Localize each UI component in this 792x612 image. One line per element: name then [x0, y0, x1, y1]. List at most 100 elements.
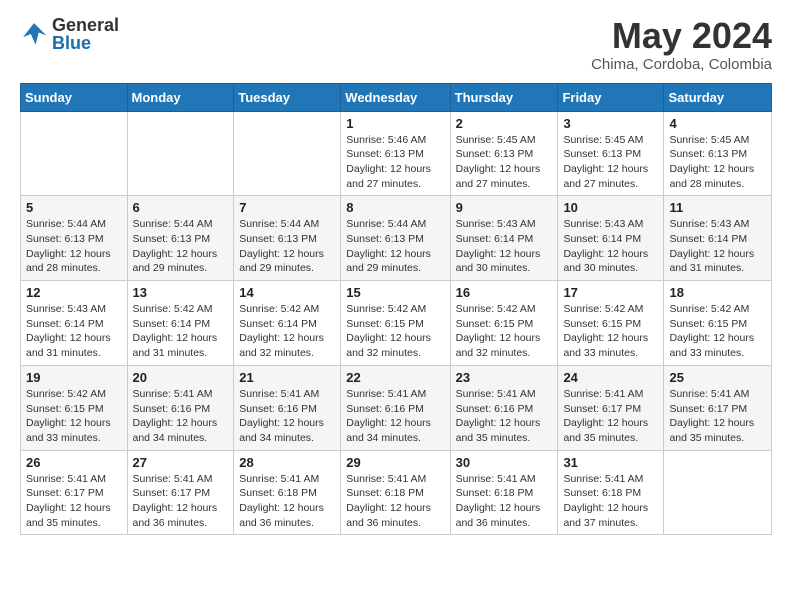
- day-number: 7: [239, 200, 335, 215]
- calendar-cell: 3 Sunrise: 5:45 AM Sunset: 6:13 PM Daylig…: [558, 111, 664, 196]
- calendar-cell: 14Sunrise: 5:42 AM Sunset: 6:14 PM Dayli…: [234, 281, 341, 366]
- day-info: Sunrise: 5:45 AM Sunset: 6:13 PM Dayligh…: [456, 133, 553, 192]
- day-number: 16: [456, 285, 553, 300]
- calendar-cell: 23Sunrise: 5:41 AM Sunset: 6:16 PM Dayli…: [450, 365, 558, 450]
- day-number: 12: [26, 285, 122, 300]
- calendar-cell: 1 Sunrise: 5:46 AM Sunset: 6:13 PM Daylig…: [341, 111, 450, 196]
- day-info: Sunrise: 5:44 AM Sunset: 6:13 PM Dayligh…: [346, 217, 444, 276]
- day-info: Sunrise: 5:42 AM Sunset: 6:15 PM Dayligh…: [669, 302, 766, 361]
- day-number: 3: [563, 116, 658, 131]
- header: General Blue May 2024 Chima, Cordoba, Co…: [20, 16, 772, 73]
- calendar-cell: 24Sunrise: 5:41 AM Sunset: 6:17 PM Dayli…: [558, 365, 664, 450]
- calendar-week-1: 1 Sunrise: 5:46 AM Sunset: 6:13 PM Daylig…: [21, 111, 772, 196]
- day-info: Sunrise: 5:43 AM Sunset: 6:14 PM Dayligh…: [456, 217, 553, 276]
- calendar-cell: 5Sunrise: 5:44 AM Sunset: 6:13 PM Daylig…: [21, 196, 128, 281]
- day-info: Sunrise: 5:42 AM Sunset: 6:15 PM Dayligh…: [26, 387, 122, 446]
- day-info: Sunrise: 5:42 AM Sunset: 6:14 PM Dayligh…: [133, 302, 229, 361]
- column-header-tuesday: Tuesday: [234, 83, 341, 111]
- day-number: 13: [133, 285, 229, 300]
- column-header-monday: Monday: [127, 83, 234, 111]
- calendar-cell: 17 Sunrise: 5:42 AM Sunset: 6:15 PM Dayli…: [558, 281, 664, 366]
- day-info: Sunrise: 5:41 AM Sunset: 6:18 PM Dayligh…: [563, 472, 658, 531]
- day-number: 26: [26, 455, 122, 470]
- calendar-cell: 10 Sunrise: 5:43 AM Sunset: 6:14 PM Dayli…: [558, 196, 664, 281]
- day-number: 30: [456, 455, 553, 470]
- day-info: Sunrise: 5:41 AM Sunset: 6:16 PM Dayligh…: [239, 387, 335, 446]
- logo-icon: [20, 20, 48, 48]
- calendar-cell: 20 Sunrise: 5:41 AM Sunset: 6:16 PM Dayli…: [127, 365, 234, 450]
- calendar-week-3: 12 Sunrise: 5:43 AM Sunset: 6:14 PM Dayli…: [21, 281, 772, 366]
- logo-blue: Blue: [52, 34, 119, 52]
- day-info: Sunrise: 5:43 AM Sunset: 6:14 PM Dayligh…: [26, 302, 122, 361]
- calendar-cell: [21, 111, 128, 196]
- day-number: 27: [133, 455, 229, 470]
- calendar-cell: 26Sunrise: 5:41 AM Sunset: 6:17 PM Dayli…: [21, 450, 128, 535]
- calendar-cell: 18 Sunrise: 5:42 AM Sunset: 6:15 PM Dayli…: [664, 281, 772, 366]
- day-number: 17: [563, 285, 658, 300]
- calendar-cell: 29 Sunrise: 5:41 AM Sunset: 6:18 PM Dayli…: [341, 450, 450, 535]
- day-number: 24: [563, 370, 658, 385]
- calendar-cell: 30 Sunrise: 5:41 AM Sunset: 6:18 PM Dayli…: [450, 450, 558, 535]
- day-info: Sunrise: 5:42 AM Sunset: 6:15 PM Dayligh…: [563, 302, 658, 361]
- calendar-header: SundayMondayTuesdayWednesdayThursdayFrid…: [21, 83, 772, 111]
- day-info: Sunrise: 5:41 AM Sunset: 6:17 PM Dayligh…: [669, 387, 766, 446]
- calendar-cell: 13 Sunrise: 5:42 AM Sunset: 6:14 PM Dayli…: [127, 281, 234, 366]
- calendar-cell: 28 Sunrise: 5:41 AM Sunset: 6:18 PM Dayli…: [234, 450, 341, 535]
- logo-general: General: [52, 16, 119, 34]
- day-number: 19: [26, 370, 122, 385]
- location: Chima, Cordoba, Colombia: [591, 56, 772, 73]
- day-info: Sunrise: 5:43 AM Sunset: 6:14 PM Dayligh…: [563, 217, 658, 276]
- day-number: 1: [346, 116, 444, 131]
- day-number: 8: [346, 200, 444, 215]
- day-info: Sunrise: 5:45 AM Sunset: 6:13 PM Dayligh…: [563, 133, 658, 192]
- day-number: 31: [563, 455, 658, 470]
- day-number: 28: [239, 455, 335, 470]
- calendar-cell: 21Sunrise: 5:41 AM Sunset: 6:16 PM Dayli…: [234, 365, 341, 450]
- header-row: SundayMondayTuesdayWednesdayThursdayFrid…: [21, 83, 772, 111]
- calendar-cell: 22 Sunrise: 5:41 AM Sunset: 6:16 PM Dayli…: [341, 365, 450, 450]
- calendar-cell: 4Sunrise: 5:45 AM Sunset: 6:13 PM Daylig…: [664, 111, 772, 196]
- day-info: Sunrise: 5:41 AM Sunset: 6:16 PM Dayligh…: [346, 387, 444, 446]
- logo: General Blue: [20, 16, 119, 52]
- day-number: 29: [346, 455, 444, 470]
- day-number: 22: [346, 370, 444, 385]
- logo-text: General Blue: [52, 16, 119, 52]
- calendar-cell: 7 Sunrise: 5:44 AM Sunset: 6:13 PM Daylig…: [234, 196, 341, 281]
- day-info: Sunrise: 5:41 AM Sunset: 6:18 PM Dayligh…: [239, 472, 335, 531]
- day-info: Sunrise: 5:41 AM Sunset: 6:17 PM Dayligh…: [133, 472, 229, 531]
- day-number: 11: [669, 200, 766, 215]
- calendar-cell: 27 Sunrise: 5:41 AM Sunset: 6:17 PM Dayli…: [127, 450, 234, 535]
- calendar-week-4: 19 Sunrise: 5:42 AM Sunset: 6:15 PM Dayli…: [21, 365, 772, 450]
- calendar-cell: 25 Sunrise: 5:41 AM Sunset: 6:17 PM Dayli…: [664, 365, 772, 450]
- day-info: Sunrise: 5:44 AM Sunset: 6:13 PM Dayligh…: [239, 217, 335, 276]
- day-number: 18: [669, 285, 766, 300]
- calendar-cell: 2 Sunrise: 5:45 AM Sunset: 6:13 PM Daylig…: [450, 111, 558, 196]
- day-number: 20: [133, 370, 229, 385]
- calendar-cell: [234, 111, 341, 196]
- day-number: 4: [669, 116, 766, 131]
- day-info: Sunrise: 5:41 AM Sunset: 6:18 PM Dayligh…: [346, 472, 444, 531]
- calendar-table: SundayMondayTuesdayWednesdayThursdayFrid…: [20, 83, 772, 536]
- calendar-cell: 15Sunrise: 5:42 AM Sunset: 6:15 PM Dayli…: [341, 281, 450, 366]
- calendar-cell: 6Sunrise: 5:44 AM Sunset: 6:13 PM Daylig…: [127, 196, 234, 281]
- day-number: 2: [456, 116, 553, 131]
- calendar-cell: 31 Sunrise: 5:41 AM Sunset: 6:18 PM Dayli…: [558, 450, 664, 535]
- day-number: 25: [669, 370, 766, 385]
- calendar-cell: 19 Sunrise: 5:42 AM Sunset: 6:15 PM Dayli…: [21, 365, 128, 450]
- day-info: Sunrise: 5:41 AM Sunset: 6:18 PM Dayligh…: [456, 472, 553, 531]
- calendar-cell: 8 Sunrise: 5:44 AM Sunset: 6:13 PM Daylig…: [341, 196, 450, 281]
- day-info: Sunrise: 5:46 AM Sunset: 6:13 PM Dayligh…: [346, 133, 444, 192]
- calendar-cell: [127, 111, 234, 196]
- calendar-cell: 9Sunrise: 5:43 AM Sunset: 6:14 PM Daylig…: [450, 196, 558, 281]
- day-number: 10: [563, 200, 658, 215]
- day-info: Sunrise: 5:41 AM Sunset: 6:16 PM Dayligh…: [133, 387, 229, 446]
- day-number: 5: [26, 200, 122, 215]
- day-number: 15: [346, 285, 444, 300]
- calendar-cell: 11Sunrise: 5:43 AM Sunset: 6:14 PM Dayli…: [664, 196, 772, 281]
- page: General Blue May 2024 Chima, Cordoba, Co…: [0, 0, 792, 612]
- column-header-saturday: Saturday: [664, 83, 772, 111]
- column-header-friday: Friday: [558, 83, 664, 111]
- day-info: Sunrise: 5:44 AM Sunset: 6:13 PM Dayligh…: [133, 217, 229, 276]
- calendar-body: 1 Sunrise: 5:46 AM Sunset: 6:13 PM Daylig…: [21, 111, 772, 535]
- month-title: May 2024: [591, 16, 772, 56]
